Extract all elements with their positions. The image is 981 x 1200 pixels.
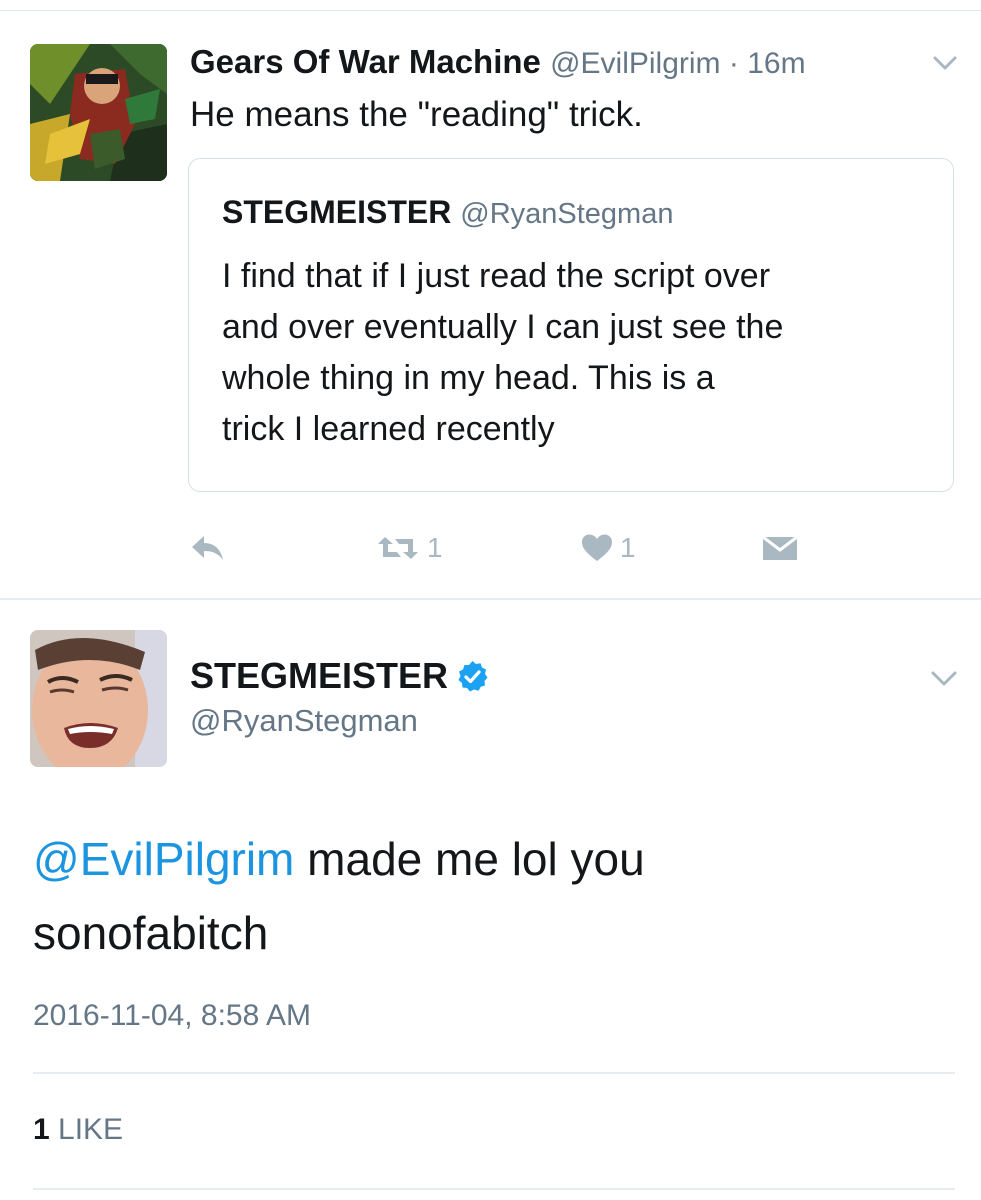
chevron-down-icon[interactable] <box>930 52 960 74</box>
retweet-icon <box>378 537 418 559</box>
author-name-text: STEGMEISTER <box>190 655 449 696</box>
reply-text-line: @EvilPilgrim made me lol you <box>33 822 933 896</box>
tweet-time[interactable]: 16m <box>747 47 805 80</box>
tweet-actions: 1 1 <box>190 528 890 568</box>
quoted-tweet-header: STEGMEISTER @RyanStegman <box>222 193 673 233</box>
divider <box>33 1072 955 1074</box>
reply-text-part: made me lol you <box>294 833 645 885</box>
heart-icon <box>582 534 612 561</box>
quoted-author-handle: @RyanStegman <box>460 198 674 230</box>
retweet-count: 1 <box>427 532 443 563</box>
retweet-button[interactable]: 1 <box>375 528 443 568</box>
quoted-author-name: STEGMEISTER <box>222 194 452 230</box>
author-handle[interactable]: @EvilPilgrim <box>550 47 720 80</box>
reply-text-line: sonofabitch <box>33 907 269 959</box>
separator-dot: · <box>720 47 748 80</box>
reply-icon <box>192 536 223 560</box>
quoted-tweet-text: I find that if I just read the script ov… <box>222 251 932 455</box>
tweet-divider <box>0 598 981 600</box>
direct-message-button[interactable] <box>760 528 800 568</box>
like-count: 1 <box>620 532 636 563</box>
likes-count: 1 <box>33 1113 50 1146</box>
tweet-header: Gears Of War Machine @EvilPilgrim · 16m <box>190 42 806 84</box>
quoted-text-line: and over eventually I can just see the <box>222 308 784 346</box>
like-button[interactable]: 1 <box>580 528 636 568</box>
reply-author-name[interactable]: STEGMEISTER <box>190 655 489 697</box>
quoted-text-line: I find that if I just read the script ov… <box>222 257 771 295</box>
reply-button[interactable] <box>190 528 226 568</box>
verified-badge-icon <box>458 660 488 691</box>
quoted-text-line: whole thing in my head. This is a <box>222 359 715 397</box>
tweet-text: He means the "reading" trick. <box>190 95 643 134</box>
divider <box>33 1188 955 1190</box>
reply-author-handle[interactable]: @RyanStegman <box>190 702 418 740</box>
likes-summary[interactable]: 1 LIKE <box>33 1112 123 1148</box>
quoted-reply-tweet[interactable]: Gears Of War Machine @EvilPilgrim · 16m … <box>0 0 981 598</box>
quoted-tweet-card[interactable]: STEGMEISTER @RyanStegman I find that if … <box>188 158 954 492</box>
quoted-text-line: trick I learned recently <box>222 410 555 448</box>
avatar-gears-of-war-machine[interactable] <box>30 44 167 181</box>
author-name[interactable]: Gears Of War Machine <box>190 43 541 80</box>
avatar-stegmeister[interactable] <box>30 630 167 767</box>
tweet-timestamp[interactable]: 2016-11-04, 8:58 AM <box>33 998 311 1034</box>
mention-link[interactable]: @EvilPilgrim <box>33 833 294 885</box>
reply-tweet-text: @EvilPilgrim made me lol you sonofabitch <box>33 822 933 970</box>
likes-label: LIKE <box>49 1113 124 1146</box>
chevron-down-icon[interactable] <box>928 666 960 690</box>
envelope-icon <box>762 535 798 560</box>
